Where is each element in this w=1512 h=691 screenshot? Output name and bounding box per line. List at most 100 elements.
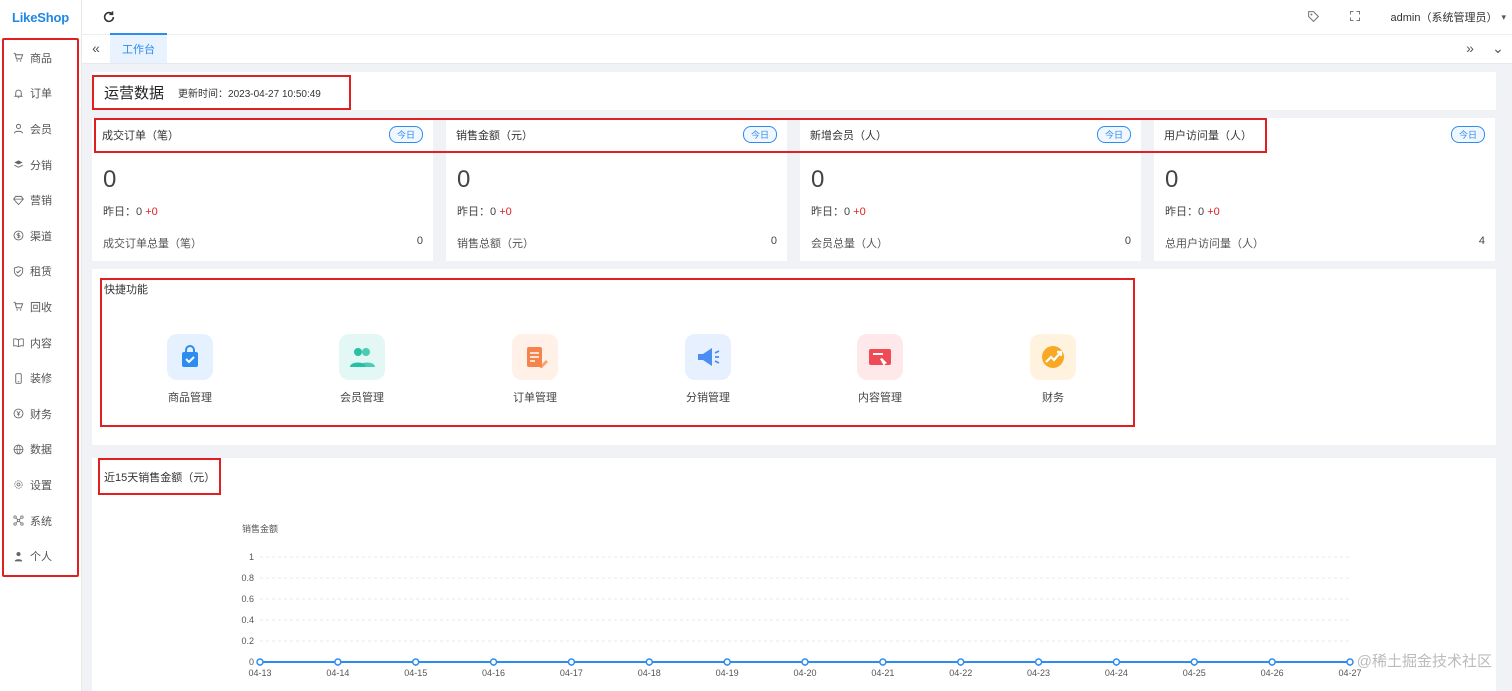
- data-point: [1268, 658, 1276, 666]
- sidebar-item[interactable]: 设置: [4, 467, 77, 503]
- stat-value: 0: [103, 166, 117, 193]
- quick-item[interactable]: 内容管理: [830, 334, 930, 405]
- data-point: [567, 658, 576, 666]
- sidebar-item[interactable]: 内容: [4, 325, 77, 361]
- quick-item-label: 财务: [1042, 392, 1064, 404]
- stat-total-label: 销售总额（元）: [457, 238, 534, 250]
- stat-value: 0: [811, 166, 825, 193]
- quick-item-label: 商品管理: [168, 392, 212, 404]
- content-icon[interactable]: [857, 334, 903, 380]
- data-point: [1034, 658, 1043, 666]
- tabs-scroll-right-icon[interactable]: »: [1456, 33, 1484, 63]
- cart-icon: [12, 52, 24, 64]
- user-icon: [12, 123, 24, 135]
- shield-icon: [12, 265, 24, 277]
- data-point: [956, 658, 965, 666]
- sidebar-item[interactable]: 渠道: [4, 218, 77, 254]
- y-tick-label: 1: [249, 552, 254, 562]
- stat-total-value: 0: [416, 235, 423, 247]
- megaphone-icon[interactable]: [685, 334, 731, 380]
- app-logo[interactable]: LikeShop: [0, 0, 81, 34]
- refresh-icon[interactable]: [102, 10, 116, 24]
- sidebar-item-label: 营销: [30, 195, 52, 208]
- order-icon[interactable]: [512, 334, 558, 380]
- watermark: @稀土掘金技术社区: [1356, 653, 1492, 670]
- stat-yesterday: 昨日：0 +0: [103, 206, 158, 218]
- today-badge[interactable]: 今日: [1450, 126, 1485, 143]
- quick-item[interactable]: 财务: [1003, 334, 1103, 405]
- sidebar-item[interactable]: 数据: [4, 432, 77, 468]
- y-axis-label: 销售金额: [242, 523, 278, 534]
- quick-item[interactable]: 分销管理: [658, 334, 758, 405]
- x-tick-label: 04-18: [638, 668, 661, 678]
- stat-total-label: 总用户访问量（人）: [1165, 238, 1264, 250]
- data-point: [1190, 658, 1199, 666]
- stat-yesterday: 昨日：0 +0: [811, 206, 866, 218]
- dollar-icon: [12, 230, 24, 242]
- data-point: [334, 658, 342, 666]
- sales-chart-card: 销售金额 0 0.2 0.4 0.6 0.8 1 04-13 04-14 04-15 04-16 04…: [92, 458, 1496, 691]
- quick-item[interactable]: 商品管理: [140, 334, 240, 405]
- person-icon: [12, 550, 24, 562]
- stats-highlight: [94, 118, 1267, 153]
- sidebar-item[interactable]: 租赁: [4, 254, 77, 290]
- y-tick-label: 0.8: [241, 573, 254, 583]
- sidebar-item-label: 商品: [30, 52, 52, 65]
- diamond-icon: [12, 194, 24, 206]
- quick-item[interactable]: 订单管理: [485, 334, 585, 405]
- quick-item[interactable]: 会员管理: [312, 334, 412, 405]
- network-icon: [12, 515, 24, 527]
- sidebar-menu: 商品订单 会员 分销营销渠道租赁回收 内容 装修 财务 数据设置系统 个人: [2, 38, 79, 577]
- x-tick-label: 04-24: [1105, 668, 1128, 678]
- recycle-cart-icon: [12, 301, 24, 313]
- stats-row: 成交订单（笔） 今日 0 昨日：0 +0 成交订单总量（笔） 0 销售金额（元）…: [92, 118, 1496, 261]
- sidebar-item-label: 设置: [30, 479, 52, 492]
- stat-total-label: 成交订单总量（笔）: [103, 238, 202, 250]
- sidebar-item[interactable]: 装修: [4, 360, 77, 396]
- x-tick-label: 04-17: [560, 668, 583, 678]
- x-tick-label: 04-16: [482, 668, 505, 678]
- sidebar-item[interactable]: 分销: [4, 147, 77, 183]
- y-tick-label: 0.2: [241, 636, 254, 646]
- quick-title: 快捷功能: [104, 284, 148, 296]
- x-tick-label: 04-22: [949, 668, 972, 678]
- x-tick-label: 04-20: [793, 668, 816, 678]
- sidebar-item[interactable]: 财务: [4, 396, 77, 432]
- x-tick-label: 04-21: [871, 668, 894, 678]
- update-time: 更新时间：2023-04-27 10:50:49: [178, 89, 321, 100]
- sidebar-item[interactable]: 系统: [4, 503, 77, 539]
- tabs-scroll-left-icon[interactable]: «: [82, 33, 110, 63]
- sidebar-item[interactable]: 订单: [4, 76, 77, 112]
- data-point: [723, 658, 731, 666]
- y-tick-label: 0: [249, 657, 254, 667]
- tabs-dropdown-icon[interactable]: ⌄: [1484, 33, 1512, 63]
- data-point: [489, 658, 498, 666]
- y-tick-label: 0.4: [241, 615, 254, 625]
- stat-total-value: 0: [1124, 235, 1131, 247]
- x-tick-label: 04-14: [326, 668, 349, 678]
- chevron-down-icon[interactable]: ▾: [1501, 12, 1506, 23]
- sidebar-item[interactable]: 营销: [4, 182, 77, 218]
- tabs-bar: « 工作台 » ⌄: [82, 33, 1512, 64]
- sidebar-item-label: 租赁: [30, 266, 52, 279]
- tag-icon[interactable]: [1307, 10, 1321, 24]
- members-icon[interactable]: [339, 334, 385, 380]
- finance-icon[interactable]: [1030, 334, 1076, 380]
- stat-yesterday: 昨日：0 +0: [457, 206, 512, 218]
- globe-icon: [12, 443, 24, 455]
- sales-line-chart: 销售金额 0 0.2 0.4 0.6 0.8 1 04-13 04-14 04-15 04-16 04…: [241, 523, 1361, 678]
- x-tick-label: 04-13: [248, 668, 271, 678]
- sidebar-item[interactable]: 回收: [4, 289, 77, 325]
- fullscreen-icon[interactable]: [1349, 10, 1363, 24]
- tab-workbench[interactable]: 工作台: [110, 33, 167, 63]
- quick-item-label: 会员管理: [340, 392, 384, 404]
- stat-change: +0: [145, 206, 158, 218]
- sidebar-item[interactable]: 个人: [4, 538, 77, 574]
- data-point: [256, 658, 264, 666]
- data-point: [1112, 658, 1121, 666]
- user-menu[interactable]: admin（系统管理员）: [1391, 9, 1498, 25]
- shopping-bag-icon[interactable]: [167, 334, 213, 380]
- sidebar-item[interactable]: 会员: [4, 111, 77, 147]
- x-tick-label: 04-25: [1183, 668, 1206, 678]
- sidebar-item[interactable]: 商品: [4, 40, 77, 76]
